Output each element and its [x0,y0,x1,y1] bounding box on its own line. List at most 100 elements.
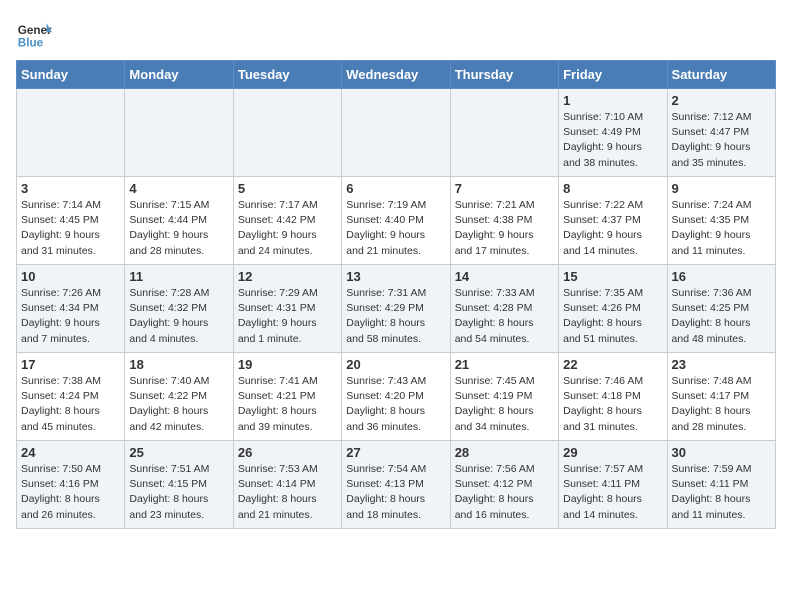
day-info: Sunrise: 7:31 AM Sunset: 4:29 PM Dayligh… [346,286,445,347]
day-cell: 17 Sunrise: 7:38 AM Sunset: 4:24 PM Dayli… [17,353,125,441]
col-header-saturday: Saturday [667,61,775,89]
day-number: 20 [346,357,445,372]
day-cell: 9Sunrise: 7:24 AM Sunset: 4:35 PM Daylig… [667,177,775,265]
day-number: 10 [21,269,120,284]
day-number: 16 [672,269,771,284]
day-info: Sunrise: 7:17 AM Sunset: 4:42 PM Dayligh… [238,198,337,259]
day-info: Sunrise: 7:56 AM Sunset: 4:12 PM Dayligh… [455,462,554,523]
day-number: 22 [563,357,662,372]
day-info: Sunrise: 7:35 AM Sunset: 4:26 PM Dayligh… [563,286,662,347]
day-number: 3 [21,181,120,196]
day-info: Sunrise: 7:50 AM Sunset: 4:16 PM Dayligh… [21,462,120,523]
day-number: 12 [238,269,337,284]
day-info: Sunrise: 7:57 AM Sunset: 4:11 PM Dayligh… [563,462,662,523]
day-info: Sunrise: 7:10 AM Sunset: 4:49 PM Dayligh… [563,110,662,171]
day-cell: 7 Sunrise: 7:21 AM Sunset: 4:38 PM Daylig… [450,177,558,265]
day-info: Sunrise: 7:36 AM Sunset: 4:25 PM Dayligh… [672,286,771,347]
day-cell: 28 Sunrise: 7:56 AM Sunset: 4:12 PM Dayli… [450,441,558,529]
day-info: Sunrise: 7:29 AM Sunset: 4:31 PM Dayligh… [238,286,337,347]
calendar-header: SundayMondayTuesdayWednesdayThursdayFrid… [17,61,776,89]
day-number: 11 [129,269,228,284]
header-row: SundayMondayTuesdayWednesdayThursdayFrid… [17,61,776,89]
week-row-2: 3 Sunrise: 7:14 AM Sunset: 4:45 PM Daylig… [17,177,776,265]
week-row-3: 10 Sunrise: 7:26 AM Sunset: 4:34 PM Dayli… [17,265,776,353]
day-cell: 6 Sunrise: 7:19 AM Sunset: 4:40 PM Daylig… [342,177,450,265]
day-number: 7 [455,181,554,196]
day-number: 6 [346,181,445,196]
day-info: Sunrise: 7:12 AM Sunset: 4:47 PM Dayligh… [672,110,771,171]
day-cell: 2 Sunrise: 7:12 AM Sunset: 4:47 PM Daylig… [667,89,775,177]
day-cell: 5 Sunrise: 7:17 AM Sunset: 4:42 PM Daylig… [233,177,341,265]
day-cell: 25 Sunrise: 7:51 AM Sunset: 4:15 PM Dayli… [125,441,233,529]
day-cell: 20 Sunrise: 7:43 AM Sunset: 4:20 PM Dayli… [342,353,450,441]
col-header-tuesday: Tuesday [233,61,341,89]
calendar-table: SundayMondayTuesdayWednesdayThursdayFrid… [16,60,776,529]
day-info: Sunrise: 7:26 AM Sunset: 4:34 PM Dayligh… [21,286,120,347]
day-info: Sunrise: 7:19 AM Sunset: 4:40 PM Dayligh… [346,198,445,259]
day-cell: 19Sunrise: 7:41 AM Sunset: 4:21 PM Dayli… [233,353,341,441]
day-cell: 22Sunrise: 7:46 AM Sunset: 4:18 PM Dayli… [559,353,667,441]
day-cell: 13 Sunrise: 7:31 AM Sunset: 4:29 PM Dayli… [342,265,450,353]
day-cell: 18Sunrise: 7:40 AM Sunset: 4:22 PM Dayli… [125,353,233,441]
day-number: 9 [672,181,771,196]
col-header-sunday: Sunday [17,61,125,89]
day-number: 13 [346,269,445,284]
day-info: Sunrise: 7:21 AM Sunset: 4:38 PM Dayligh… [455,198,554,259]
col-header-friday: Friday [559,61,667,89]
day-number: 4 [129,181,228,196]
day-cell [125,89,233,177]
day-info: Sunrise: 7:28 AM Sunset: 4:32 PM Dayligh… [129,286,228,347]
day-info: Sunrise: 7:22 AM Sunset: 4:37 PM Dayligh… [563,198,662,259]
day-cell: 10 Sunrise: 7:26 AM Sunset: 4:34 PM Dayli… [17,265,125,353]
day-number: 1 [563,93,662,108]
day-info: Sunrise: 7:53 AM Sunset: 4:14 PM Dayligh… [238,462,337,523]
day-number: 8 [563,181,662,196]
day-number: 14 [455,269,554,284]
day-number: 26 [238,445,337,460]
day-number: 21 [455,357,554,372]
day-cell: 4 Sunrise: 7:15 AM Sunset: 4:44 PM Daylig… [125,177,233,265]
day-info: Sunrise: 7:48 AM Sunset: 4:17 PM Dayligh… [672,374,771,435]
day-cell: 30 Sunrise: 7:59 AM Sunset: 4:11 PM Dayli… [667,441,775,529]
day-cell: 27 Sunrise: 7:54 AM Sunset: 4:13 PM Dayli… [342,441,450,529]
day-cell: 24Sunrise: 7:50 AM Sunset: 4:16 PM Dayli… [17,441,125,529]
day-cell [17,89,125,177]
day-number: 23 [672,357,771,372]
logo-icon: General Blue [16,16,52,52]
day-info: Sunrise: 7:51 AM Sunset: 4:15 PM Dayligh… [129,462,228,523]
day-info: Sunrise: 7:14 AM Sunset: 4:45 PM Dayligh… [21,198,120,259]
day-number: 29 [563,445,662,460]
day-number: 15 [563,269,662,284]
day-info: Sunrise: 7:43 AM Sunset: 4:20 PM Dayligh… [346,374,445,435]
day-cell [450,89,558,177]
day-info: Sunrise: 7:40 AM Sunset: 4:22 PM Dayligh… [129,374,228,435]
day-cell [233,89,341,177]
day-info: Sunrise: 7:38 AM Sunset: 4:24 PM Dayligh… [21,374,120,435]
day-number: 2 [672,93,771,108]
day-info: Sunrise: 7:54 AM Sunset: 4:13 PM Dayligh… [346,462,445,523]
calendar-body: 1 Sunrise: 7:10 AM Sunset: 4:49 PM Daylig… [17,89,776,529]
day-info: Sunrise: 7:15 AM Sunset: 4:44 PM Dayligh… [129,198,228,259]
day-number: 17 [21,357,120,372]
day-info: Sunrise: 7:59 AM Sunset: 4:11 PM Dayligh… [672,462,771,523]
header: General Blue [16,16,776,52]
logo: General Blue [16,16,52,52]
day-cell: 21Sunrise: 7:45 AM Sunset: 4:19 PM Dayli… [450,353,558,441]
day-cell: 29 Sunrise: 7:57 AM Sunset: 4:11 PM Dayli… [559,441,667,529]
day-number: 27 [346,445,445,460]
col-header-monday: Monday [125,61,233,89]
col-header-wednesday: Wednesday [342,61,450,89]
day-cell: 16 Sunrise: 7:36 AM Sunset: 4:25 PM Dayli… [667,265,775,353]
day-number: 28 [455,445,554,460]
day-cell: 15 Sunrise: 7:35 AM Sunset: 4:26 PM Dayli… [559,265,667,353]
day-cell: 3 Sunrise: 7:14 AM Sunset: 4:45 PM Daylig… [17,177,125,265]
day-cell: 12 Sunrise: 7:29 AM Sunset: 4:31 PM Dayli… [233,265,341,353]
day-cell: 8 Sunrise: 7:22 AM Sunset: 4:37 PM Daylig… [559,177,667,265]
col-header-thursday: Thursday [450,61,558,89]
day-number: 25 [129,445,228,460]
day-cell [342,89,450,177]
day-number: 5 [238,181,337,196]
week-row-4: 17 Sunrise: 7:38 AM Sunset: 4:24 PM Dayli… [17,353,776,441]
week-row-5: 24Sunrise: 7:50 AM Sunset: 4:16 PM Dayli… [17,441,776,529]
day-number: 30 [672,445,771,460]
